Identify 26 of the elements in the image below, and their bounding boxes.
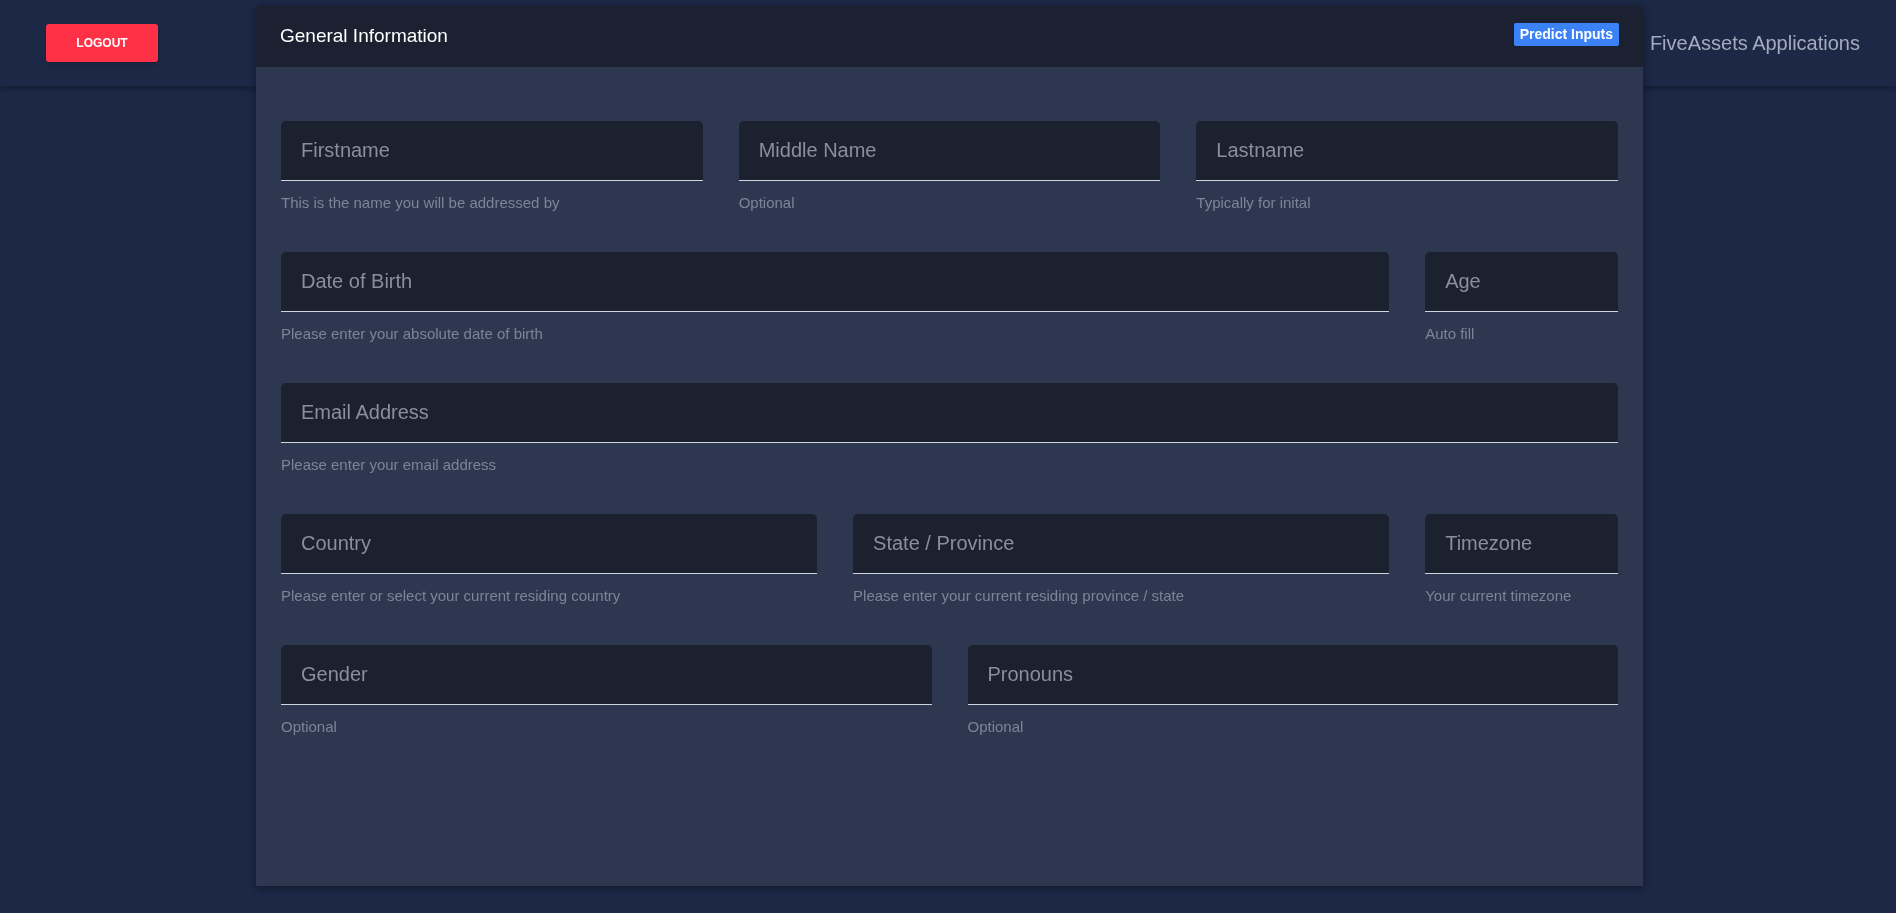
text-field[interactable]: Firstname — [281, 121, 703, 181]
helper-text: Typically for inital — [1196, 193, 1312, 213]
helper-text: Auto fill — [1425, 324, 1476, 344]
text-field[interactable]: Lastname — [1196, 121, 1618, 181]
text-field[interactable]: Country — [281, 514, 818, 574]
helper-text: Please enter your current residing province / state — [853, 586, 1186, 606]
helper-text: Optional — [281, 717, 338, 737]
app-title: FiveAssets Applications — [1649, 31, 1860, 56]
text-field[interactable]: State / Province — [853, 514, 1390, 574]
predict-inputs-button[interactable]: Predict Inputs — [1513, 23, 1619, 46]
helper-text: Optional — [967, 717, 1025, 737]
text-field[interactable]: Gender — [281, 645, 932, 705]
helper-text: Please enter or select your current residing country — [281, 586, 622, 606]
helper-text: Please enter your email address — [281, 455, 498, 475]
helper-text: This is the name you will be addressed by — [281, 193, 561, 213]
text-field[interactable]: Date of Birth — [281, 252, 1390, 312]
helper-text: Your current timezone — [1425, 586, 1573, 606]
text-field[interactable]: Timezone — [1425, 514, 1618, 574]
text-field[interactable]: Pronouns — [967, 645, 1618, 705]
helper-text: Optional — [738, 193, 796, 213]
card-title: General Information — [280, 24, 448, 49]
helper-text: Please enter your absolute date of birth — [281, 324, 544, 344]
text-field[interactable]: Age — [1425, 252, 1618, 312]
text-field[interactable]: Middle Name — [738, 121, 1161, 181]
logout-button[interactable]: LOGOUT — [46, 24, 158, 62]
text-field[interactable]: Email Address — [281, 383, 1618, 443]
